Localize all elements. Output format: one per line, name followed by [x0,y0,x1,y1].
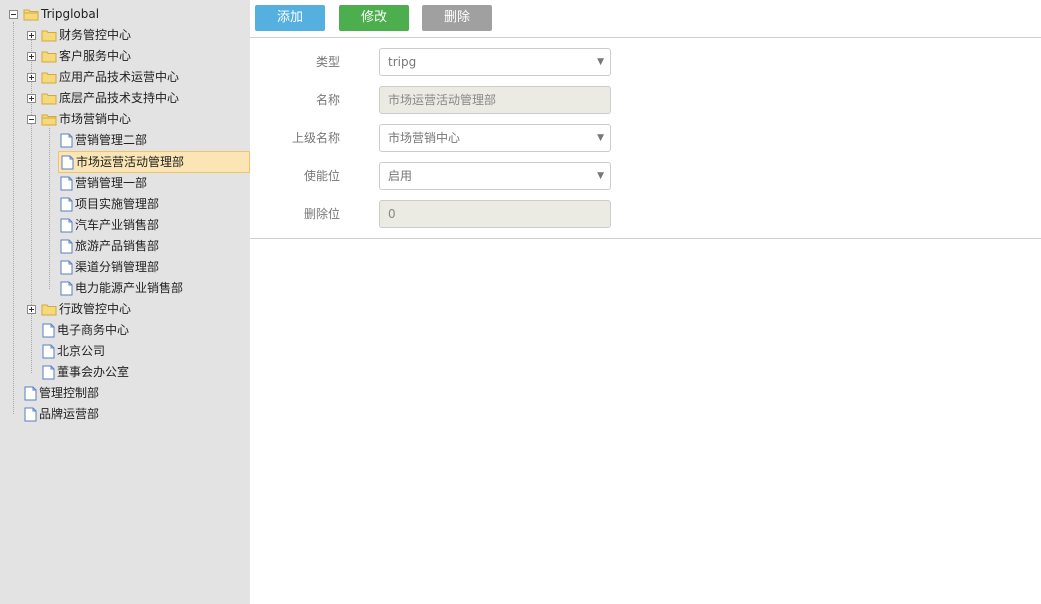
enabled-select[interactable]: 启用 ▼ [379,162,611,190]
deleted-field-value: 0 [388,207,396,221]
folder-open-icon [41,114,57,126]
tree-node-label: 底层产品技术支持中心 [59,91,180,105]
toolbar-divider [250,37,1041,38]
parent-label: 上级名称 [291,131,340,145]
add-button[interactable]: 添加 [255,5,325,31]
folder-icon [41,304,57,316]
tree-node-label: 市场运营活动管理部 [76,155,185,169]
form-divider [250,238,1041,239]
tree-node-label: 董事会办公室 [57,365,130,379]
name-field: 市场运营活动管理部 [379,86,611,114]
tree-node-admin-control[interactable]: 行政管控中心 [27,299,131,319]
tree-node-board-office[interactable]: 董事会办公室 [42,362,129,382]
enabled-label: 使能位 [303,169,340,183]
tree-node-label: 旅游产品销售部 [75,239,160,253]
type-label: 类型 [315,55,340,69]
tree-node-marketing[interactable]: 市场营销中心 [27,109,131,129]
tree-node-marketing-2[interactable]: 营销管理二部 [60,130,147,150]
org-tree-panel: Tripglobal 财务管控中心 客户服务中心 应用产品技术运营中心 底层产品… [0,0,250,604]
document-icon [60,218,73,232]
document-icon [60,197,73,211]
folder-open-icon [23,9,39,21]
document-icon [60,260,73,274]
tree-node-customer-service[interactable]: 客户服务中心 [27,46,131,66]
detail-panel: 添加 修改 删除 类型 tripg ▼ 名称 市场运营活动管理部 上级名称 市场… [250,0,1041,604]
document-icon [42,344,55,358]
tree-node-management-control[interactable]: 管理控制部 [24,383,99,403]
type-select-value: tripg [388,55,417,69]
expand-toggle-icon[interactable] [27,30,36,40]
tree-node-label: 营销管理二部 [75,133,148,147]
tree-node-ecommerce[interactable]: 电子商务中心 [42,320,129,340]
document-icon [42,323,55,337]
document-icon [42,365,55,379]
document-icon [60,239,73,253]
collapse-toggle-icon[interactable] [27,114,36,124]
tree-root-tripglobal[interactable]: Tripglobal [9,4,99,24]
expand-toggle-icon[interactable] [27,304,36,314]
tree-node-project-impl[interactable]: 项目实施管理部 [60,194,159,214]
tree-node-channel-dist[interactable]: 渠道分销管理部 [60,257,159,277]
deleted-label: 删除位 [303,207,340,221]
tree-node-beijing-company[interactable]: 北京公司 [42,341,105,361]
tree-node-label: 市场营销中心 [59,112,132,126]
parent-select-value: 市场营销中心 [388,131,461,145]
tree-node-finance[interactable]: 财务管控中心 [27,25,131,45]
tree-node-brand-ops[interactable]: 品牌运营部 [24,404,99,424]
tree-node-marketing-1[interactable]: 营销管理一部 [60,173,147,193]
folder-icon [41,93,57,105]
tree-node-app-tech-ops[interactable]: 应用产品技术运营中心 [27,67,179,87]
tree-node-auto-sales[interactable]: 汽车产业销售部 [60,215,159,235]
tree-node-travel-sales[interactable]: 旅游产品销售部 [60,236,159,256]
tree-node-label: 营销管理一部 [75,176,148,190]
document-icon [60,133,73,147]
deleted-field: 0 [379,200,611,228]
caret-down-icon: ▼ [597,133,604,143]
tree-node-label: 项目实施管理部 [75,197,160,211]
name-label: 名称 [315,93,340,107]
tree-node-label: 管理控制部 [39,386,100,400]
tree-node-label: 行政管控中心 [59,302,132,316]
tree-node-label: 电子商务中心 [57,323,130,337]
document-icon [60,281,73,295]
tree-node-base-tech-support[interactable]: 底层产品技术支持中心 [27,88,179,108]
collapse-toggle-icon[interactable] [9,9,18,19]
tree-node-label: 北京公司 [57,344,106,358]
delete-button[interactable]: 删除 [422,5,492,31]
name-field-value: 市场运营活动管理部 [388,93,497,107]
folder-icon [41,30,57,42]
tree-node-label: 应用产品技术运营中心 [59,70,180,84]
expand-toggle-icon[interactable] [27,51,36,61]
folder-icon [41,72,57,84]
document-icon [61,155,74,169]
tree-node-label: Tripglobal [41,7,100,21]
expand-toggle-icon[interactable] [27,93,36,103]
expand-toggle-icon[interactable] [27,72,36,82]
document-icon [60,176,73,190]
edit-button[interactable]: 修改 [339,5,409,31]
tree-node-label: 汽车产业销售部 [75,218,160,232]
document-icon [24,386,37,400]
document-icon [24,407,37,421]
tree-node-label: 客户服务中心 [59,49,132,63]
tree-node-label: 品牌运营部 [39,407,100,421]
enabled-select-value: 启用 [388,169,413,183]
tree-node-label: 渠道分销管理部 [75,260,160,274]
parent-select[interactable]: 市场营销中心 ▼ [379,124,611,152]
tree-node-label: 电力能源产业销售部 [75,281,184,295]
folder-icon [41,51,57,63]
caret-down-icon: ▼ [597,171,604,181]
tree-node-power-energy-sales[interactable]: 电力能源产业销售部 [60,278,183,298]
type-select[interactable]: tripg ▼ [379,48,611,76]
caret-down-icon: ▼ [597,57,604,67]
tree-node-label: 财务管控中心 [59,28,132,42]
